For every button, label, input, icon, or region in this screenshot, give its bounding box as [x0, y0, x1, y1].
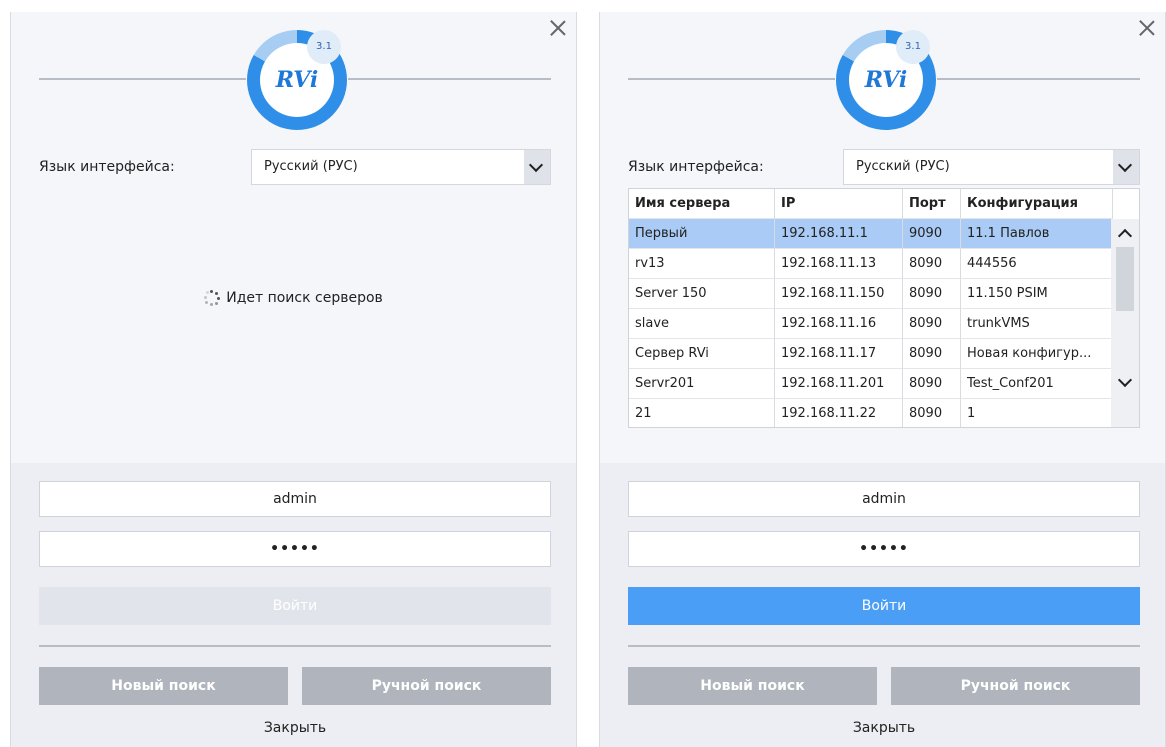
cell-port: 8090	[903, 339, 961, 369]
username-field[interactable]: admin	[39, 481, 551, 517]
cell-configuration: Test_Conf201	[961, 369, 1113, 399]
cell-configuration: Новая конфигур...	[961, 339, 1113, 369]
cell-port: 8090	[903, 399, 961, 427]
server-table: Имя сервера IP Порт Конфигурация Первый 1…	[628, 188, 1140, 428]
close-link[interactable]: Закрыть	[39, 720, 551, 736]
scroll-thumb[interactable]	[1116, 247, 1134, 311]
cell-ip: 192.168.11.150	[775, 279, 903, 309]
version-badge: 3.1	[896, 30, 930, 64]
login-button[interactable]: Войти	[628, 587, 1140, 625]
table-row[interactable]: Servr201 192.168.11.201 8090 Test_Conf201	[629, 369, 1113, 399]
password-field[interactable]: •••••	[628, 531, 1140, 567]
cell-port: 8090	[903, 249, 961, 279]
header-configuration[interactable]: Конфигурация	[961, 189, 1113, 219]
cell-port: 9090	[903, 219, 961, 249]
header-line-left	[39, 78, 246, 80]
table-header: Имя сервера IP Порт Конфигурация	[629, 189, 1113, 219]
cell-server-name: 21	[629, 399, 775, 427]
password-field[interactable]: •••••	[39, 531, 551, 567]
header-port[interactable]: Порт	[903, 189, 961, 219]
header-ip[interactable]: IP	[775, 189, 903, 219]
new-search-button[interactable]: Новый поиск	[39, 667, 288, 705]
logo-text: RVi	[864, 67, 908, 93]
cell-configuration: 11.1 Павлов	[961, 219, 1113, 249]
table-row[interactable]: Первый 192.168.11.1 9090 11.1 Павлов	[629, 219, 1113, 249]
header-line-left	[628, 78, 835, 80]
close-icon[interactable]	[548, 18, 568, 38]
cell-server-name: Сервер RVi	[629, 339, 775, 369]
searching-text: Идет поиск серверов	[226, 290, 383, 306]
header-server-name[interactable]: Имя сервера	[629, 189, 775, 219]
table-row[interactable]: 21 192.168.11.22 8090 1	[629, 399, 1113, 427]
username-field[interactable]: admin	[628, 481, 1140, 517]
cell-ip: 192.168.11.22	[775, 399, 903, 427]
login-dialog-results: RVi 3.1 Язык интерфейса: Русский (РУС) И…	[599, 12, 1166, 747]
chevron-down-icon[interactable]	[1113, 150, 1139, 184]
manual-search-button[interactable]: Ручной поиск	[302, 667, 551, 705]
rvi-logo: RVi 3.1	[836, 30, 936, 130]
scroll-up-icon[interactable]	[1111, 219, 1139, 247]
close-link[interactable]: Закрыть	[628, 720, 1140, 736]
cell-ip: 192.168.11.16	[775, 309, 903, 339]
table-row[interactable]: Server 150 192.168.11.150 8090 11.150 PSIM	[629, 279, 1113, 309]
login-button[interactable]: Войти	[39, 587, 551, 625]
language-label: Язык интерфейса:	[39, 159, 175, 175]
language-select[interactable]: Русский (РУС)	[251, 149, 551, 185]
language-value: Русский (РУС)	[856, 159, 950, 174]
close-icon[interactable]	[1137, 18, 1157, 38]
cell-ip: 192.168.11.13	[775, 249, 903, 279]
cell-configuration: trunkVMS	[961, 309, 1113, 339]
cell-port: 8090	[903, 279, 961, 309]
cell-server-name: Первый	[629, 219, 775, 249]
cell-configuration: 1	[961, 399, 1113, 427]
scroll-down-icon[interactable]	[1111, 369, 1139, 397]
cell-configuration: 11.150 PSIM	[961, 279, 1113, 309]
manual-search-button[interactable]: Ручной поиск	[891, 667, 1140, 705]
divider	[39, 645, 551, 647]
cell-server-name: Servr201	[629, 369, 775, 399]
logo-text: RVi	[275, 67, 319, 93]
cell-port: 8090	[903, 309, 961, 339]
loading-spinner-icon	[204, 290, 221, 306]
cell-port: 8090	[903, 369, 961, 399]
cell-configuration: 444556	[961, 249, 1113, 279]
searching-status: Идет поиск серверов	[11, 290, 576, 306]
divider	[628, 645, 1140, 647]
header-line-right	[937, 78, 1140, 80]
version-badge: 3.1	[307, 30, 341, 64]
cell-ip: 192.168.11.17	[775, 339, 903, 369]
table-row[interactable]: rv13 192.168.11.13 8090 444556	[629, 249, 1113, 279]
cell-server-name: rv13	[629, 249, 775, 279]
table-row[interactable]: slave 192.168.11.16 8090 trunkVMS	[629, 309, 1113, 339]
table-row[interactable]: Сервер RVi 192.168.11.17 8090 Новая конфигу…	[629, 339, 1113, 369]
language-label: Язык интерфейса:	[628, 159, 764, 175]
language-value: Русский (РУС)	[264, 159, 358, 174]
cell-ip: 192.168.11.201	[775, 369, 903, 399]
login-dialog-searching: RVi 3.1 Язык интерфейса: Русский (РУС) И…	[10, 12, 577, 747]
rvi-logo: RVi 3.1	[247, 30, 347, 130]
header-line-right	[348, 78, 551, 80]
cell-server-name: Server 150	[629, 279, 775, 309]
new-search-button[interactable]: Новый поиск	[628, 667, 877, 705]
table-scrollbar[interactable]	[1111, 219, 1139, 427]
cell-server-name: slave	[629, 309, 775, 339]
cell-ip: 192.168.11.1	[775, 219, 903, 249]
language-select[interactable]: Русский (РУС)	[843, 149, 1140, 185]
chevron-down-icon[interactable]	[524, 150, 550, 184]
